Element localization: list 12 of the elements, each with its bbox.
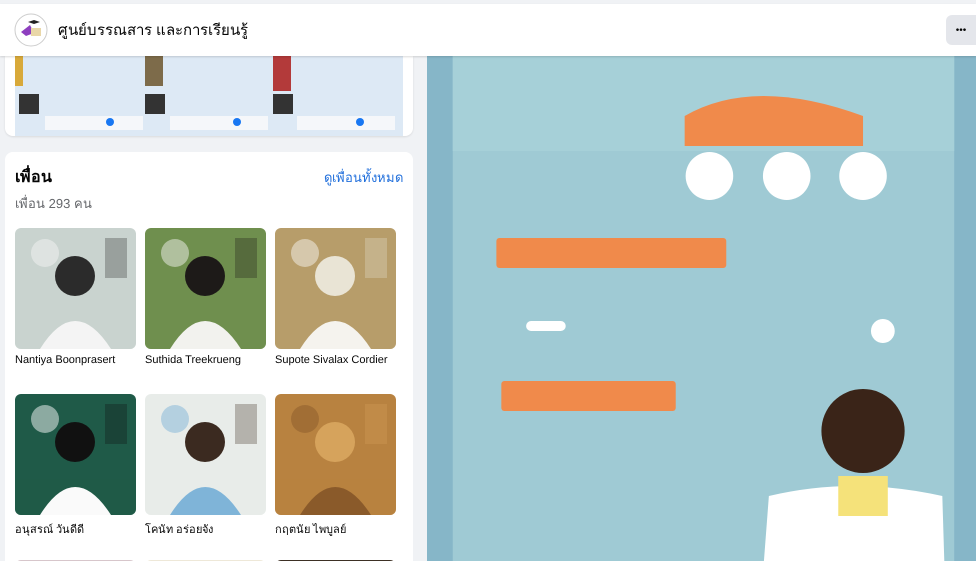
see-all-friends-link[interactable]: ดูเพื่อนทั้งหมด (324, 167, 403, 188)
friend-name[interactable]: Nantiya Boonprasert (15, 354, 136, 366)
friends-title: เพื่อน (15, 164, 52, 189)
page-name: ศูนย์บรรณสาร และการเรียนรู้ (58, 21, 250, 41)
page-logo-icon[interactable] (14, 13, 48, 47)
friend-name[interactable]: กฤตนัย ไพบูลย์ (275, 520, 396, 538)
friend-name[interactable]: โคนัท อร่อยจัง (145, 520, 266, 538)
friend-name[interactable]: Suthida Treekrueng (145, 354, 266, 366)
friend-name[interactable]: Supote Sivalax Cordier (275, 354, 396, 366)
friends-count: เพื่อน 293 คน (15, 194, 93, 213)
friend-name[interactable]: อนุสรณ์ วันดีดี (15, 520, 136, 538)
more-button[interactable]: ••• (946, 15, 976, 45)
